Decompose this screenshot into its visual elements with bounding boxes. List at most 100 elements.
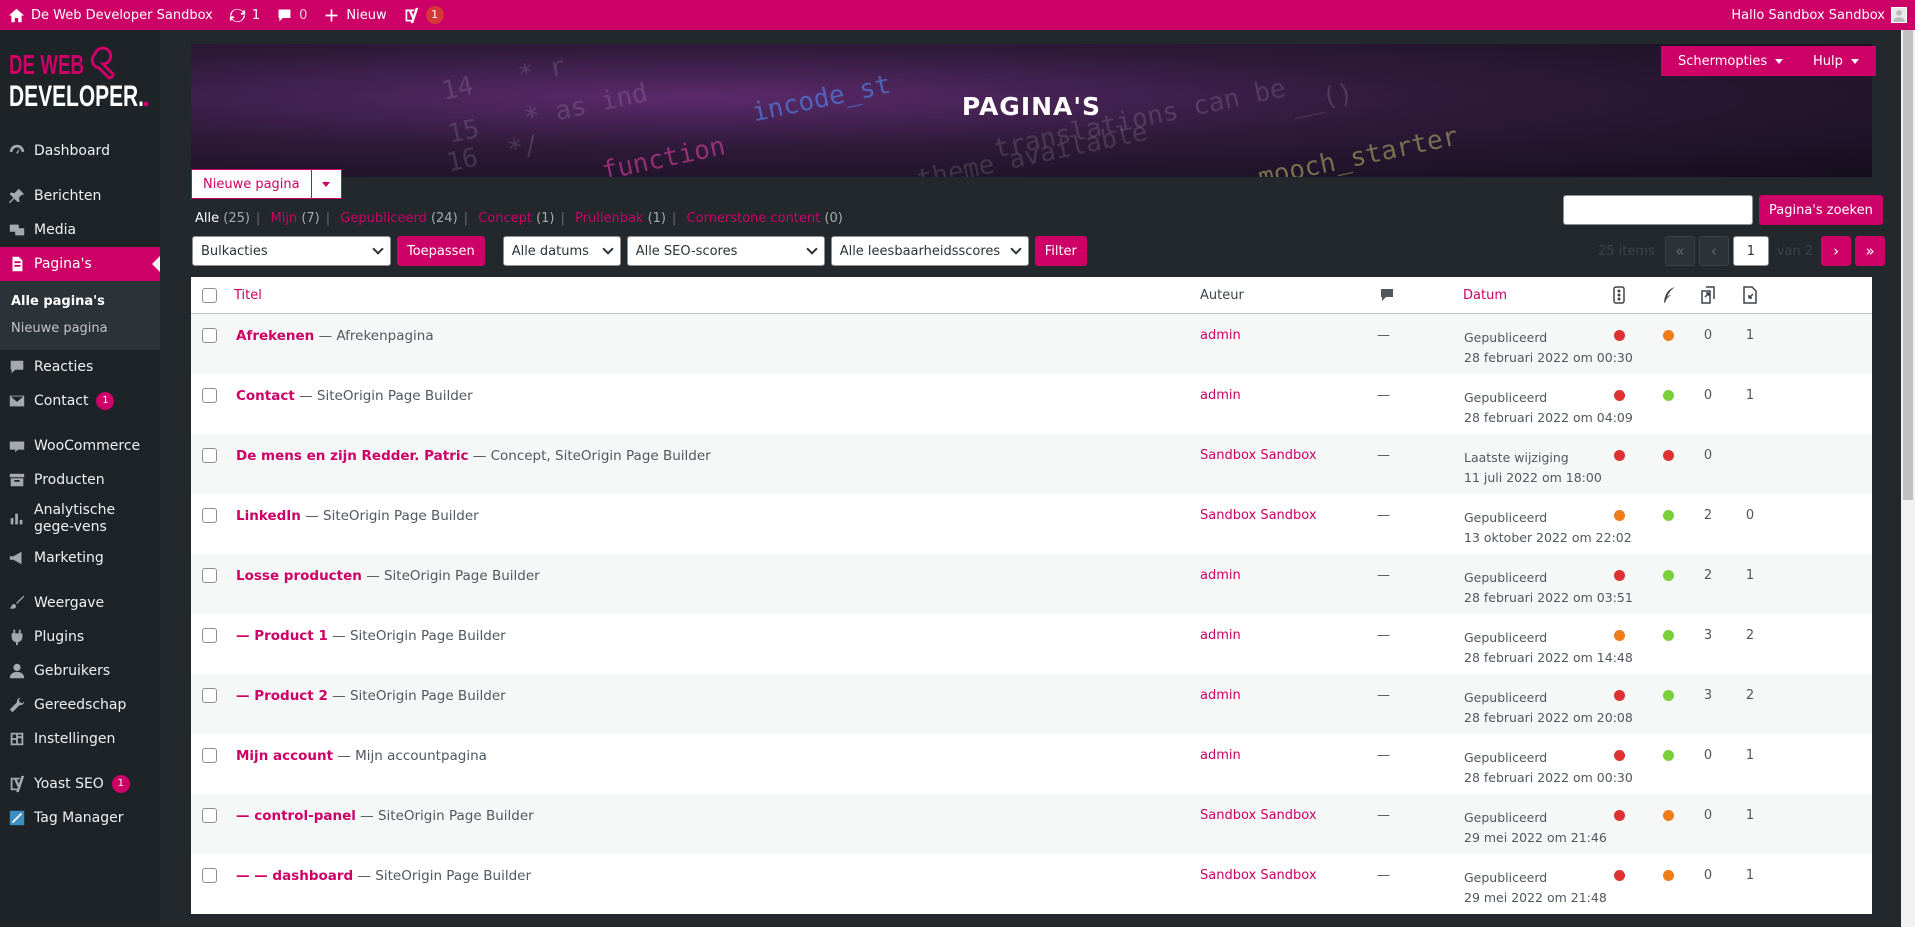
row-title-link[interactable]: — — dashboard	[236, 868, 353, 884]
menu-berichten[interactable]: Berichten	[0, 179, 160, 213]
row-author-link[interactable]: Sandbox Sandbox	[1200, 868, 1317, 883]
row-checkbox[interactable]	[202, 388, 217, 403]
select-all-checkbox[interactable]	[202, 287, 217, 303]
row-author-link[interactable]: Sandbox Sandbox	[1200, 808, 1317, 823]
caret-down-icon	[1775, 58, 1784, 64]
row-title-link[interactable]: — Product 1	[236, 628, 328, 644]
help-button[interactable]: Hulp	[1796, 46, 1876, 76]
page-header-banner: 14 * r 15 * as ind incode_st 16 */ funct…	[191, 44, 1872, 177]
table-body: Afrekenen — Afrekenpagina admin — Gepublice…	[191, 314, 1872, 914]
row-author-link[interactable]: admin	[1200, 388, 1241, 403]
row-checkbox[interactable]	[202, 568, 217, 583]
comments-link[interactable]: 0	[268, 0, 315, 30]
my-account-link[interactable]: Hallo Sandbox Sandbox	[1723, 0, 1915, 30]
menu-dashboard[interactable]: Dashboard	[0, 134, 160, 168]
menu-plugins[interactable]: Plugins	[0, 620, 160, 654]
view-published[interactable]: Gepubliceerd	[340, 211, 427, 226]
media-icon	[8, 221, 26, 239]
menu-media[interactable]: Media	[0, 213, 160, 247]
site-logo[interactable]: DE WEB DEVELOPER.	[0, 30, 160, 134]
menu-label: Yoast SEO	[34, 776, 104, 792]
row-checkbox[interactable]	[202, 628, 217, 643]
menu-tag-manager[interactable]: Tag Manager	[0, 801, 160, 835]
row-title-link[interactable]: Mijn account	[236, 748, 333, 764]
row-title-link[interactable]: Contact	[236, 388, 295, 404]
brush-icon	[8, 594, 26, 612]
menu-producten[interactable]: Producten	[0, 463, 160, 497]
row-checkbox[interactable]	[202, 508, 217, 523]
table-row: — Product 2 — SiteOrigin Page Builder adm…	[191, 674, 1872, 734]
users-icon	[8, 662, 26, 680]
readability-select[interactable]: Alle leesbaarheidsscores	[830, 236, 1029, 266]
new-page-button[interactable]: Nieuwe pagina	[191, 169, 311, 199]
search-input[interactable]	[1563, 195, 1753, 225]
view-cornerstone[interactable]: Cornerstone content	[687, 211, 821, 226]
submenu-all-pages[interactable]: Alle pagina's	[0, 288, 160, 315]
column-title[interactable]: Titel	[234, 288, 262, 303]
row-checkbox[interactable]	[202, 868, 217, 883]
row-author-link[interactable]: admin	[1200, 328, 1241, 343]
row-date: Laatste wijziging 11 juli 2022 om 18:00	[1464, 448, 1602, 488]
row-author-link[interactable]: admin	[1200, 688, 1241, 703]
view-mine[interactable]: Mijn	[270, 211, 297, 226]
current-page-input[interactable]: 1	[1732, 236, 1769, 266]
readability-score-dot	[1663, 510, 1674, 521]
row-date-value: 28 februari 2022 om 00:30	[1464, 770, 1633, 785]
row-author-link[interactable]: admin	[1200, 628, 1241, 643]
view-draft[interactable]: Concept	[478, 211, 532, 226]
row-title-link[interactable]: De mens en zijn Redder. Patric	[236, 448, 469, 464]
menu-weergave[interactable]: Weergave	[0, 586, 160, 620]
row-author-link[interactable]: admin	[1200, 748, 1241, 763]
menu-paginas[interactable]: Pagina's	[0, 247, 160, 281]
row-author-link[interactable]: Sandbox Sandbox	[1200, 448, 1317, 463]
view-trash[interactable]: Prullenbak	[575, 211, 643, 226]
row-author-link[interactable]: Sandbox Sandbox	[1200, 508, 1317, 523]
menu-instellingen[interactable]: Instellingen	[0, 722, 160, 756]
row-title: Losse producten — SiteOrigin Page Builde…	[236, 568, 540, 584]
row-checkbox[interactable]	[202, 748, 217, 763]
menu-gebruikers[interactable]: Gebruikers	[0, 654, 160, 688]
updates-link[interactable]: 1	[221, 0, 268, 30]
date-filter-select[interactable]: Alle datums	[502, 236, 621, 266]
scrollbar[interactable]	[1901, 30, 1915, 927]
row-title: De mens en zijn Redder. Patric — Concept…	[236, 448, 711, 464]
menu-gereedschap[interactable]: Gereedschap	[0, 688, 160, 722]
row-author-link[interactable]: admin	[1200, 568, 1241, 583]
table-row: — control-panel — SiteOrigin Page Builde…	[191, 794, 1872, 854]
row-date: Gepubliceerd 28 februari 2022 om 00:30	[1464, 328, 1633, 368]
menu-label: Dashboard	[34, 143, 110, 159]
yoast-badge: 1	[425, 6, 444, 24]
seo-score-select[interactable]: Alle SEO-scores	[626, 236, 825, 266]
row-title-link[interactable]: Afrekenen	[236, 328, 314, 344]
view-all[interactable]: Alle (25)	[195, 211, 250, 226]
menu-reacties[interactable]: Reacties	[0, 350, 160, 384]
new-content-link[interactable]: Nieuw	[315, 0, 394, 30]
row-title-link[interactable]: — Product 2	[236, 688, 328, 704]
menu-woocommerce[interactable]: WooCommerce	[0, 429, 160, 463]
scrollbar-thumb[interactable]	[1903, 30, 1913, 500]
row-title-link[interactable]: LinkedIn	[236, 508, 301, 524]
last-page-button[interactable]: »	[1855, 236, 1886, 266]
row-title-link[interactable]: — control-panel	[236, 808, 356, 824]
search-pages-button[interactable]: Pagina's zoeken	[1759, 195, 1883, 225]
menu-analytics[interactable]: Analytische gege-vens	[0, 497, 160, 541]
row-title-link[interactable]: Losse producten	[236, 568, 362, 584]
bulk-actions-select[interactable]: Bulkacties	[192, 236, 391, 266]
screen-options-button[interactable]: Schermopties	[1661, 46, 1801, 76]
menu-yoast[interactable]: Yoast SEO 1	[0, 767, 160, 801]
submenu-new-page[interactable]: Nieuwe pagina	[0, 315, 160, 342]
yoast-adminbar-link[interactable]: 1	[395, 0, 452, 30]
column-date[interactable]: Datum	[1463, 288, 1507, 303]
row-checkbox[interactable]	[202, 328, 217, 343]
outgoing-links-count: 0	[1703, 748, 1713, 763]
row-checkbox[interactable]	[202, 688, 217, 703]
menu-marketing[interactable]: Marketing	[0, 541, 160, 575]
filter-button[interactable]: Filter	[1034, 236, 1087, 266]
next-page-button[interactable]: ›	[1821, 236, 1852, 266]
apply-button[interactable]: Toepassen	[397, 236, 485, 266]
site-name-link[interactable]: De Web Developer Sandbox	[0, 0, 221, 30]
row-checkbox[interactable]	[202, 448, 217, 463]
row-checkbox[interactable]	[202, 808, 217, 823]
menu-contact[interactable]: Contact 1	[0, 384, 160, 418]
new-page-dropdown-toggle[interactable]	[310, 169, 342, 199]
